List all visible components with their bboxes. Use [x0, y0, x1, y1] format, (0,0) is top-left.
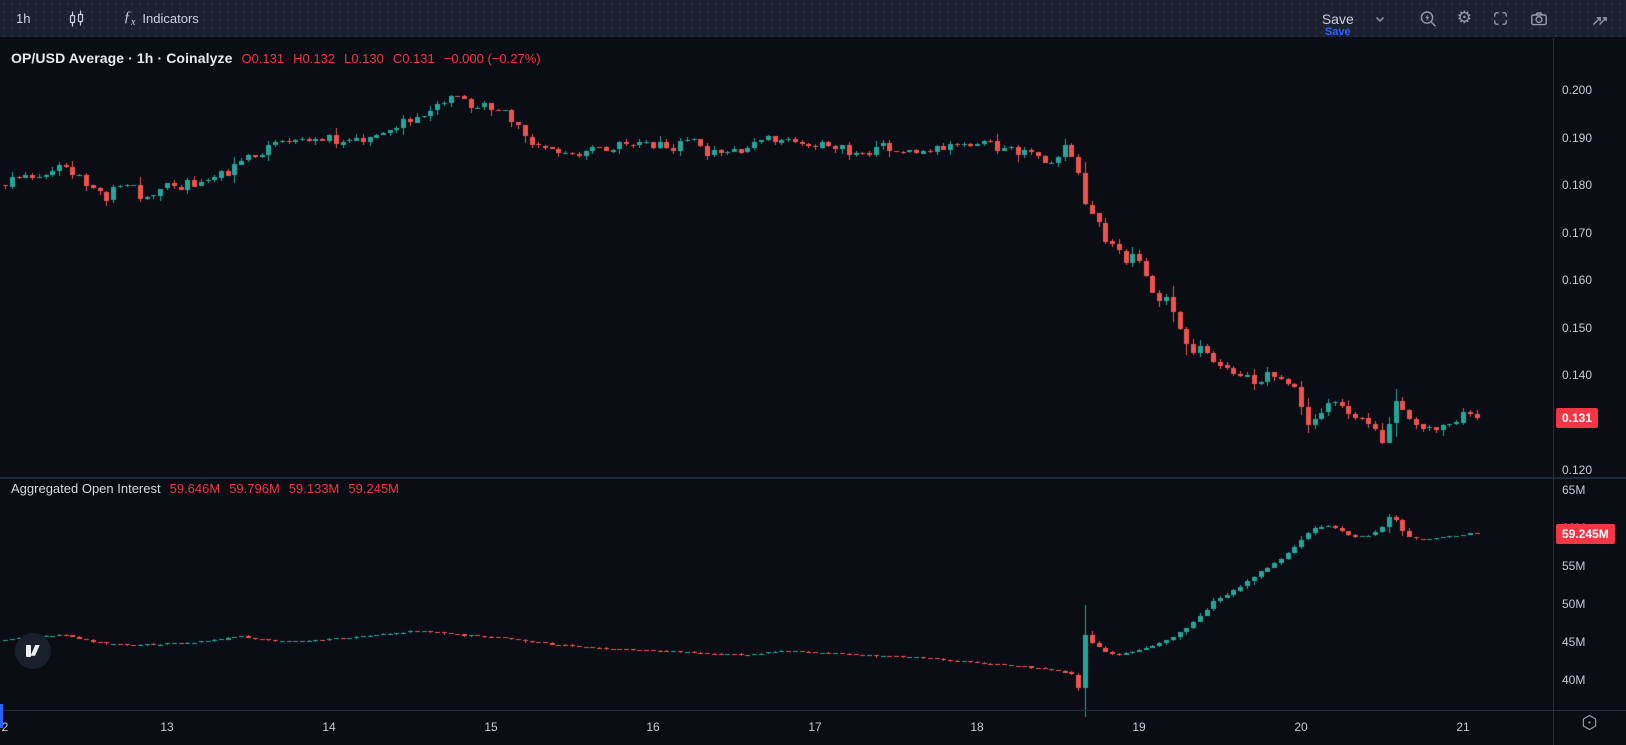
oi-low: 59.133M	[289, 481, 340, 496]
price-axis-label: 0.200	[1562, 83, 1592, 97]
ohlc-open: O0.131	[241, 51, 284, 66]
indicators-button-label: Indicators	[142, 11, 198, 26]
save-tooltip: Save	[1325, 26, 1351, 38]
price-axis-label: 0.180	[1562, 178, 1592, 192]
time-axis-label: 21	[1456, 720, 1469, 734]
ohlc-change: −0.000 (−0.27%)	[444, 51, 541, 66]
time-axis-label: 19	[1132, 720, 1145, 734]
fx-indicators-icon: ƒx	[123, 9, 135, 28]
price-axis-label: 0.150	[1562, 321, 1592, 335]
time-axis-label: 17	[808, 720, 821, 734]
price-axis-label: 0.190	[1562, 131, 1592, 145]
candlestick-style-icon	[68, 10, 85, 28]
top-toolbar: 1h ƒx Indicators Save Save	[0, 0, 1626, 38]
oi-axis-label: 55M	[1562, 559, 1585, 573]
time-axis-label: 18	[970, 720, 983, 734]
open-interest-pane-legend: Aggregated Open Interest 59.646M 59.796M…	[11, 481, 399, 496]
time-axis[interactable]: 2131415161718192021	[0, 710, 1626, 745]
open-interest-axis[interactable]: 65M60M55M50M45M40M	[1553, 479, 1626, 710]
price-axis-label: 0.160	[1562, 273, 1592, 287]
price-pane-legend: OP/USD Average · 1h · Coinalyze O0.131 H…	[11, 50, 541, 66]
ohlc-close: C0.131	[393, 51, 435, 66]
snapshot-button[interactable]	[1525, 5, 1553, 33]
price-axis-label: 0.140	[1562, 368, 1592, 382]
time-axis-label: 14	[322, 720, 335, 734]
oi-axis-label: 45M	[1562, 635, 1585, 649]
last-open-interest-badge: 59.245M	[1556, 524, 1615, 544]
chart-application: 1h ƒx Indicators Save Save	[0, 0, 1626, 745]
toolbar-right-group: Save Save	[1318, 0, 1626, 37]
gear-icon: ⚙	[1457, 10, 1472, 27]
publish-button[interactable]	[1586, 5, 1614, 33]
timezone-settings-icon[interactable]	[1581, 714, 1598, 734]
oi-axis-label: 50M	[1562, 597, 1585, 611]
oi-axis-label: 65M	[1562, 483, 1585, 497]
quick-search-button[interactable]	[1414, 5, 1442, 33]
ohlc-high: H0.132	[293, 51, 335, 66]
time-axis-label: 16	[646, 720, 659, 734]
left-edge-accent-bar	[0, 704, 3, 728]
time-axis-label: 13	[160, 720, 173, 734]
save-button-group: Save Save	[1318, 7, 1358, 31]
candlestick-canvas[interactable]	[0, 0, 1626, 745]
pane-resize-divider[interactable]	[0, 477, 1626, 479]
open-interest-title[interactable]: Aggregated Open Interest	[11, 481, 161, 496]
time-axis-label: 15	[484, 720, 497, 734]
chart-settings-button[interactable]: ⚙	[1453, 6, 1476, 31]
price-axis-label: 0.120	[1562, 463, 1592, 477]
chevron-down-icon	[1373, 12, 1387, 26]
ohlc-low: L0.130	[344, 51, 384, 66]
price-axis-label: 0.170	[1562, 226, 1592, 240]
indicators-button[interactable]: ƒx Indicators	[119, 5, 202, 32]
camera-icon	[1529, 9, 1549, 29]
candle-style-button[interactable]	[64, 6, 89, 32]
fullscreen-icon	[1491, 9, 1510, 28]
publish-arrows-icon	[1590, 9, 1610, 29]
last-price-badge: 0.131	[1556, 408, 1598, 428]
interval-button[interactable]: 1h	[12, 7, 34, 30]
oi-close: 59.245M	[348, 481, 399, 496]
time-axis-label: 20	[1294, 720, 1307, 734]
toolbar-left-group: 1h ƒx Indicators	[0, 0, 203, 37]
tradingview-logo[interactable]	[15, 633, 51, 669]
fullscreen-button[interactable]	[1487, 5, 1514, 32]
oi-axis-label: 40M	[1562, 673, 1585, 687]
quick-search-icon	[1418, 9, 1438, 29]
save-menu-chevron-button[interactable]	[1369, 8, 1391, 30]
oi-open: 59.646M	[170, 481, 221, 496]
oi-high: 59.796M	[229, 481, 280, 496]
symbol-title[interactable]: OP/USD Average · 1h · Coinalyze	[11, 50, 232, 66]
